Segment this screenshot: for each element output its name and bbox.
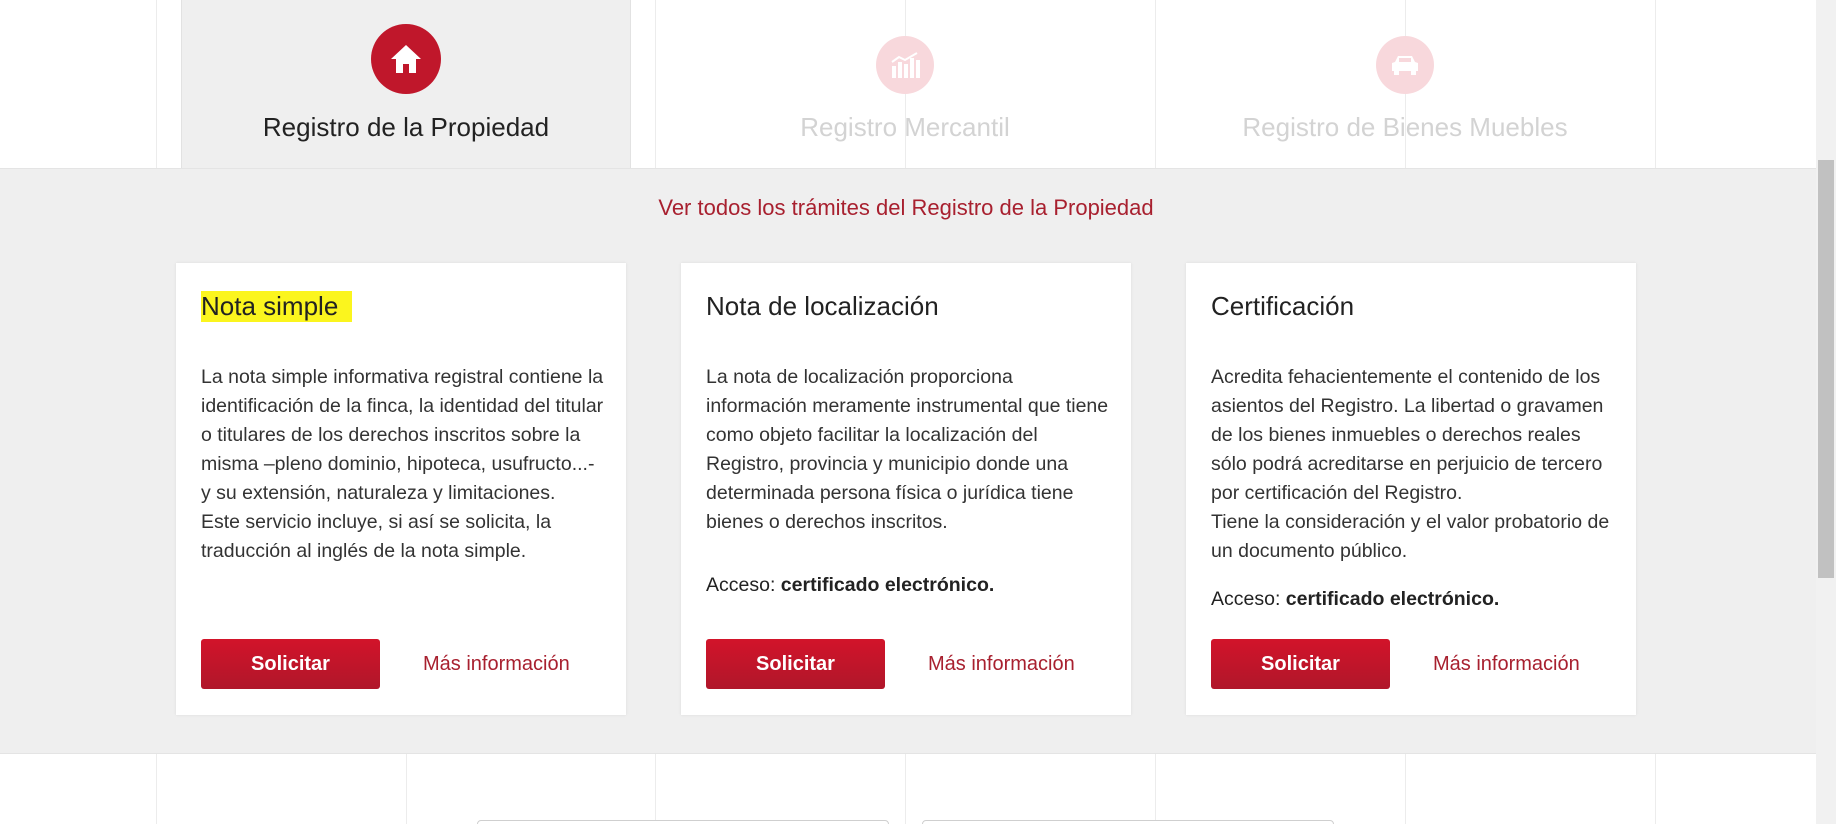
- service-card-certificacion: Certificación Acredita fehacientemente e…: [1186, 263, 1636, 715]
- tab-registro-mercantil[interactable]: Registro Mercantil: [655, 0, 1155, 168]
- bar-chart-icon: [876, 36, 934, 94]
- services-section: Ver todos los trámites del Registro de l…: [0, 168, 1816, 754]
- solicitar-button[interactable]: Solicitar: [201, 639, 380, 689]
- tab-label: Registro de Bienes Muebles: [1242, 112, 1568, 142]
- card-paragraph: La nota simple informativa registral con…: [201, 366, 604, 504]
- more-info-link[interactable]: Más información: [423, 653, 570, 676]
- tab-registro-bienes-muebles[interactable]: Registro de Bienes Muebles: [1155, 0, 1655, 168]
- service-card-nota-localizacion: Nota de localización La nota de localiza…: [681, 263, 1131, 715]
- car-icon: [1376, 36, 1434, 94]
- access-value: certificado electrónico.: [1285, 588, 1500, 610]
- card-title: Certificación: [1211, 291, 1355, 321]
- access-info: Acceso: certificado electrónico.: [1211, 588, 1499, 611]
- more-info-link[interactable]: Más información: [1433, 653, 1580, 676]
- bottom-panel-left: [477, 820, 889, 824]
- tab-label: Registro Mercantil: [800, 112, 1010, 142]
- tab-label: Registro de la Propiedad: [262, 112, 550, 142]
- service-card-nota-simple: Nota simple La nota simple informativa r…: [176, 263, 626, 715]
- view-all-procedures-link[interactable]: Ver todos los trámites del Registro de l…: [0, 195, 1812, 221]
- house-icon: [371, 24, 441, 94]
- more-info-link[interactable]: Más información: [928, 653, 1075, 676]
- registry-tabs: Registro de la Propiedad Registro Mercan…: [0, 0, 1816, 168]
- card-paragraph: Tiene la consideración y el valor probat…: [1211, 511, 1610, 562]
- card-paragraph: La nota de localización proporciona info…: [706, 366, 1109, 533]
- card-paragraph: Este servicio incluye, si así se solicit…: [201, 511, 552, 562]
- bottom-panel-right: [922, 820, 1334, 824]
- card-description: La nota simple informativa registral con…: [201, 363, 606, 566]
- card-paragraph: Acredita fehacientemente el contenido de…: [1211, 366, 1604, 504]
- card-title: Nota simple: [201, 291, 353, 322]
- solicitar-button[interactable]: Solicitar: [706, 639, 885, 689]
- access-label: Acceso:: [1211, 588, 1286, 610]
- card-title: Nota de localización: [706, 291, 939, 321]
- tab-registro-propiedad[interactable]: Registro de la Propiedad: [181, 0, 631, 168]
- card-description: Acredita fehacientemente el contenido de…: [1211, 363, 1616, 566]
- scrollbar-thumb[interactable]: [1818, 160, 1834, 578]
- access-info: Acceso: certificado electrónico.: [706, 574, 994, 597]
- card-description: La nota de localización proporciona info…: [706, 363, 1111, 537]
- access-label: Acceso:: [706, 574, 781, 596]
- access-value: certificado electrónico.: [780, 574, 995, 596]
- solicitar-button[interactable]: Solicitar: [1211, 639, 1390, 689]
